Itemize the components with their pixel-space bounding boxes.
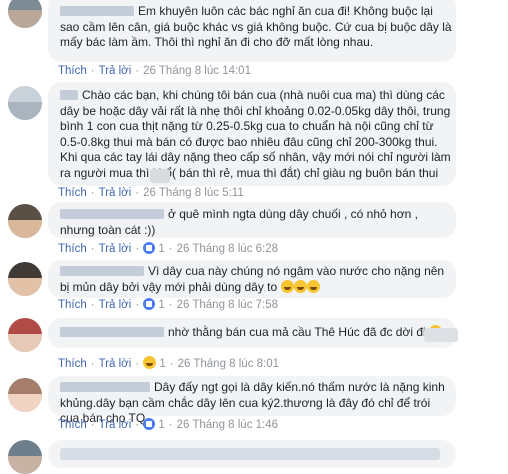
comment-actions: Thích · Trả lời · 1 · 26 Tháng 8 lúc 1:46 [58, 418, 279, 431]
reaction-count[interactable]: 1 [159, 358, 165, 370]
author-name-blurred[interactable] [60, 90, 78, 100]
comment: Vì dây cua này chúng nó ngâm vào nước ch… [0, 258, 508, 316]
comment-text: nhờ thằng bán cua mả cầu Thê Húc đã đc d… [60, 325, 452, 341]
comment-text-blurred [60, 448, 440, 460]
comment-actions: Thích · Trả lời · 1 · 26 Tháng 8 lúc 8:01 [58, 356, 280, 370]
comment-time[interactable]: 26 Tháng 8 lúc 1:46 [177, 419, 278, 431]
avatar[interactable] [8, 86, 42, 120]
comment-time[interactable]: 26 Tháng 8 lúc 14:01 [143, 65, 251, 77]
comment-text: ở quê mình ngta dùng dây chuối , có nhỏ … [60, 207, 418, 237]
comment-time[interactable]: 26 Tháng 8 lúc 5:11 [143, 187, 244, 199]
like-link[interactable]: Thích [58, 299, 87, 311]
like-link[interactable]: Thích [58, 187, 87, 199]
like-count[interactable]: 1 [158, 299, 164, 311]
author-name-blurred[interactable] [60, 382, 150, 392]
like-badge-icon[interactable] [143, 242, 156, 254]
comment [0, 432, 508, 474]
comment-text: Vì dây cua này chúng nó ngâm vào nước ch… [60, 264, 445, 294]
comment: ở quê mình ngta dùng dây chuối , có nhỏ … [0, 202, 508, 258]
comment-time[interactable]: 26 Tháng 8 lúc 8:01 [178, 358, 279, 370]
comment-list: Em khuyên luôn các bác nghỉ ăn cua đi! K… [0, 0, 508, 474]
comment: Dây đấy ngt gọi là dây kiến.nó thấm nước… [0, 372, 508, 432]
comment: Chào các bạn, khi chúng tôi bán cua (nhà… [0, 80, 508, 202]
reply-link[interactable]: Trả lời [99, 358, 132, 370]
comment-time[interactable]: 26 Tháng 8 lúc 7:58 [177, 299, 278, 311]
avatar[interactable] [8, 440, 42, 474]
laughing-emoji-icon [293, 279, 307, 293]
sticker-blurred [424, 328, 458, 342]
like-link[interactable]: Thích [58, 243, 87, 255]
like-badge-icon[interactable] [143, 298, 156, 310]
avatar[interactable] [8, 204, 42, 238]
comment: nhờ thằng bán cua mả cầu Thê Húc đã đc d… [0, 316, 508, 372]
author-name-blurred[interactable] [60, 209, 164, 219]
comment-text: Em khuyên luôn các bác nghỉ ăn cua đi! K… [60, 4, 452, 50]
reaction-blurred [150, 169, 170, 183]
comment-actions: Thích · Trả lời · 26 Tháng 8 lúc 14:01 [58, 65, 251, 77]
author-name-blurred[interactable] [60, 266, 144, 276]
avatar[interactable] [8, 0, 42, 28]
avatar[interactable] [8, 378, 42, 412]
like-link[interactable]: Thích [58, 65, 87, 77]
reply-link[interactable]: Trả lời [99, 243, 132, 255]
comment: Em khuyên luôn các bác nghỉ ăn cua đi! K… [0, 0, 508, 80]
avatar[interactable] [8, 262, 42, 296]
reply-link[interactable]: Trả lời [99, 299, 132, 311]
comment-actions: Thích · Trả lời · 26 Tháng 8 lúc 5:11 [58, 187, 244, 199]
comment-time[interactable]: 26 Tháng 8 lúc 6:28 [177, 243, 278, 255]
laughing-emoji-icon [306, 279, 320, 293]
like-count[interactable]: 1 [158, 243, 164, 255]
like-link[interactable]: Thích [58, 358, 87, 370]
reply-link[interactable]: Trả lời [99, 65, 132, 77]
comment-text: Chào các bạn, khi chúng tôi bán cua (nhà… [60, 88, 451, 180]
laughing-emoji-icon [280, 279, 294, 293]
comment-actions: Thích · Trả lời · 1 · 26 Tháng 8 lúc 6:28 [58, 242, 279, 255]
laughing-emoji-icon[interactable] [143, 356, 157, 369]
comment-actions: Thích · Trả lời · 1 · 26 Tháng 8 lúc 7:58 [58, 298, 279, 311]
author-name-blurred[interactable] [60, 6, 134, 16]
like-badge-icon[interactable] [143, 418, 156, 430]
reply-link[interactable]: Trả lời [99, 419, 132, 431]
reply-link[interactable]: Trả lời [99, 187, 132, 199]
like-count[interactable]: 1 [158, 419, 164, 431]
like-link[interactable]: Thích [58, 419, 87, 431]
author-name-blurred[interactable] [60, 327, 164, 337]
avatar[interactable] [8, 318, 42, 352]
